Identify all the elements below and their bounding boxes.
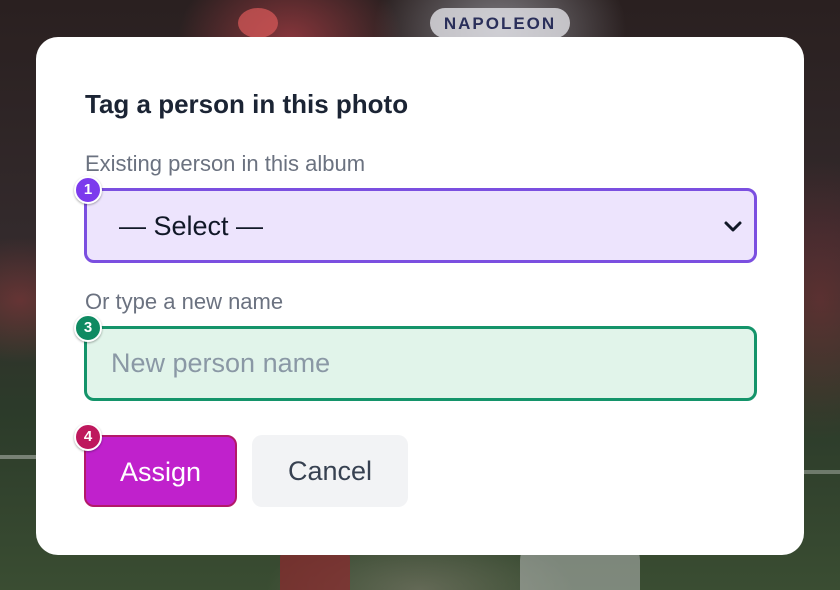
existing-person-select[interactable]: — Select — [84,188,757,263]
background-logo: NAPOLEON [430,8,570,38]
background-jersey [280,550,350,590]
field-line [0,455,40,459]
cancel-button[interactable]: Cancel [252,435,408,507]
existing-person-label: Existing person in this album [85,151,366,176]
field-line [804,470,840,474]
new-name-field[interactable] [84,326,757,401]
select-value: — Select — [119,211,264,241]
badge-assign: 4 [74,423,102,451]
assign-button[interactable]: Assign [84,435,237,507]
new-name-label: Or type a new name [85,289,284,314]
dialog-title: Tag a person in this photo [85,89,409,119]
badge-input: 3 [74,314,102,342]
new-person-name-input[interactable] [87,329,754,398]
background-logo-shape [238,8,278,38]
chevron-down-icon [724,221,742,232]
tag-person-dialog: Tag a person in this photo Existing pers… [36,37,804,555]
badge-select: 1 [74,176,102,204]
